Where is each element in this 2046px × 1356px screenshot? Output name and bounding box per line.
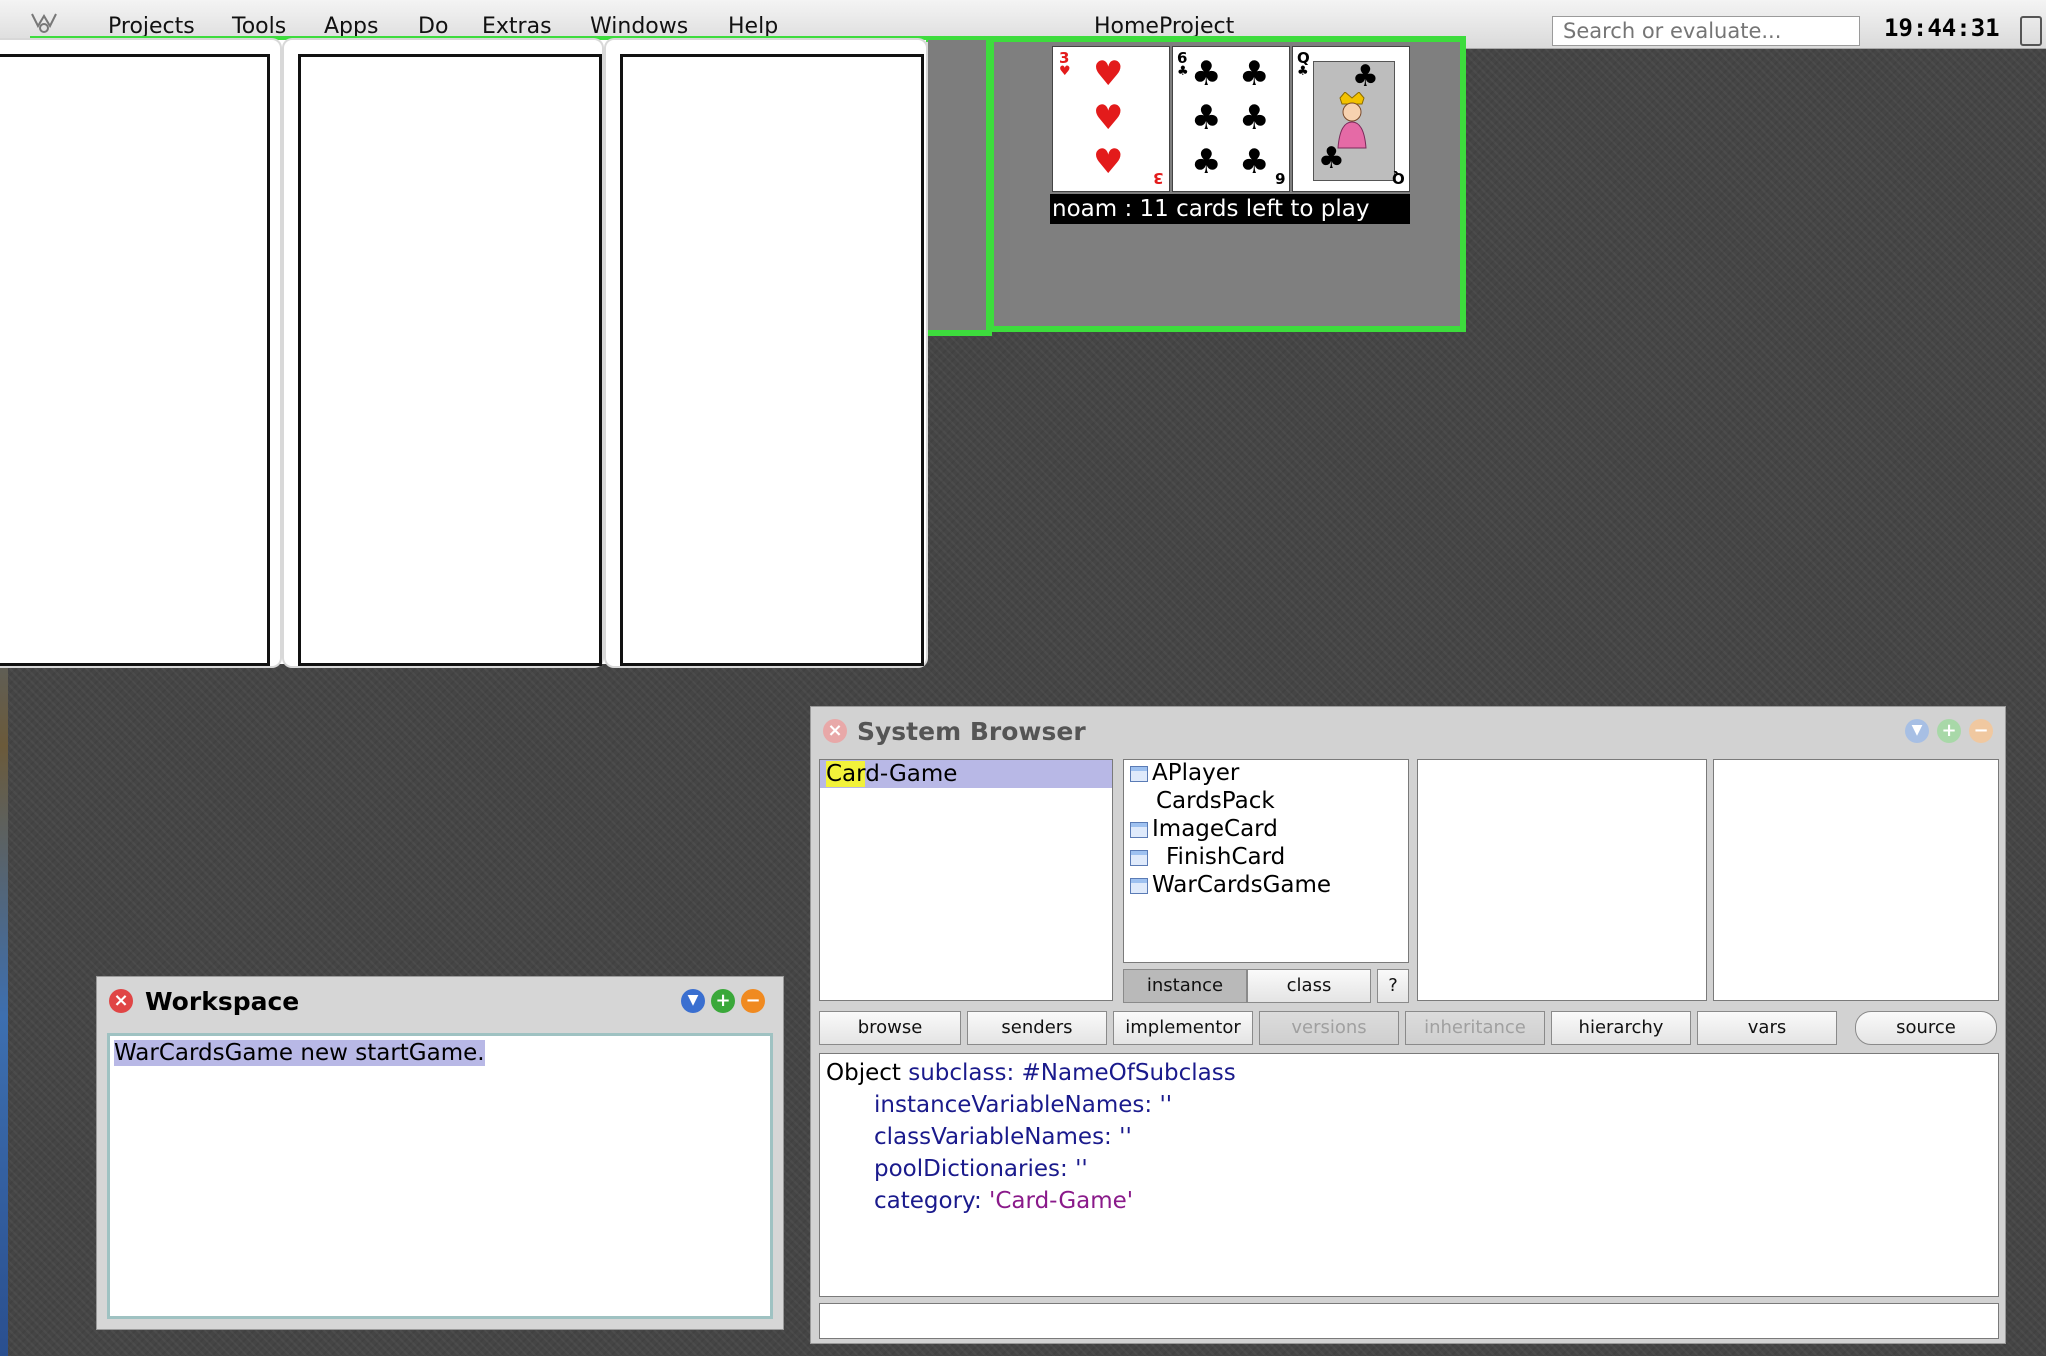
vars-button[interactable]: vars (1697, 1011, 1837, 1045)
workspace-editor[interactable]: WarCardsGame new startGame. (107, 1033, 773, 1319)
close-icon[interactable]: × (109, 989, 133, 1013)
code-editor[interactable]: Object subclass: #NameOfSubclass instanc… (819, 1053, 1999, 1297)
class-icon (1130, 766, 1148, 782)
collapse-icon[interactable]: ▼ (681, 989, 705, 1013)
card-rank: 3 (1059, 49, 1070, 67)
card-rank-bottom: 3 (1152, 169, 1163, 187)
club-icon: ♣ (1239, 54, 1270, 94)
club-icon: ♣ (1239, 98, 1270, 138)
playing-card[interactable]: Q ♣ ♣ ♣ Q (1292, 46, 1410, 192)
heart-icon: ♥ (1093, 98, 1124, 138)
club-icon: ♣ (1352, 59, 1379, 94)
club-icon: ♣ (1191, 142, 1222, 182)
list-item[interactable]: ImageCard (1130, 816, 1278, 842)
player-status: noam : 11 cards left to play (1050, 194, 1410, 224)
hierarchy-button[interactable]: hierarchy (1551, 1011, 1691, 1045)
expand-icon[interactable]: + (711, 989, 735, 1013)
class-icon (1130, 878, 1148, 894)
heart-icon: ♥ (1059, 64, 1071, 79)
list-item[interactable]: FinishCard (1130, 844, 1285, 870)
list-item[interactable]: CardsPack (1156, 788, 1275, 814)
card-rank-bottom: 6 (1274, 169, 1285, 187)
inheritance-button[interactable]: inheritance (1405, 1011, 1545, 1045)
card-stack[interactable] (0, 40, 280, 666)
window-title[interactable]: Workspace (145, 987, 299, 1016)
card-back (298, 54, 602, 666)
heart-icon: ♥ (1093, 142, 1124, 182)
code-line: category: 'Card-Game' (874, 1188, 1134, 1214)
queen-face-image: ♣ ♣ (1313, 59, 1395, 181)
help-button[interactable]: ? (1377, 969, 1409, 1003)
class-icon (1130, 850, 1148, 866)
search-input[interactable] (1552, 16, 1860, 46)
card-rank: 6 (1177, 49, 1188, 67)
card-back (620, 54, 924, 666)
class-icon (1130, 822, 1148, 838)
workspace-text: WarCardsGame new startGame. (114, 1040, 485, 1066)
method-list[interactable] (1713, 759, 1999, 1001)
minimize-icon[interactable]: − (741, 989, 765, 1013)
protocol-list[interactable] (1417, 759, 1707, 1001)
category-label: Card-Game (826, 761, 958, 787)
window-title[interactable]: System Browser (857, 717, 1086, 746)
annotation-pane[interactable] (819, 1303, 1999, 1339)
senders-button[interactable]: senders (967, 1011, 1107, 1045)
club-icon: ♣ (1177, 64, 1189, 79)
collapse-icon[interactable]: ▼ (1905, 719, 1929, 743)
squeak-logo-icon[interactable] (28, 10, 70, 38)
player-panel: 3 ♥ ♥ ♥ ♥ 3 6 ♣ ♣ ♣ ♣ ♣ ♣ ♣ 6 Q ♣ ♣ ♣ Q … (988, 36, 1466, 332)
system-browser-window: × System Browser ▼ + − Card-Game APlayer… (810, 706, 2006, 1344)
window-menu-icon[interactable] (2020, 16, 2042, 46)
list-item[interactable]: APlayer (1130, 760, 1239, 786)
code-line: classVariableNames: '' (874, 1124, 1132, 1150)
card-rank: Q (1297, 49, 1310, 67)
browse-button[interactable]: browse (819, 1011, 961, 1045)
game-divider-panel (928, 40, 992, 336)
versions-button[interactable]: versions (1259, 1011, 1399, 1045)
code-line: poolDictionaries: '' (874, 1156, 1088, 1182)
club-icon: ♣ (1318, 141, 1345, 176)
category-list[interactable]: Card-Game (819, 759, 1113, 1001)
class-list[interactable]: APlayer CardsPack ImageCard FinishCard W… (1123, 759, 1409, 963)
card-stacks-area (0, 40, 926, 666)
card-back (0, 54, 270, 666)
club-icon: ♣ (1191, 98, 1222, 138)
list-item[interactable]: WarCardsGame (1130, 872, 1331, 898)
clock: 19:44:31 (1884, 14, 2000, 42)
code-line: instanceVariableNames: '' (874, 1092, 1173, 1118)
expand-icon[interactable]: + (1937, 719, 1961, 743)
instance-toggle[interactable]: instance (1123, 969, 1247, 1003)
list-item-selected[interactable]: Card-Game (820, 760, 1112, 788)
class-toggle[interactable]: class (1247, 969, 1371, 1003)
close-icon[interactable]: × (823, 719, 847, 743)
club-icon: ♣ (1297, 64, 1309, 79)
club-icon: ♣ (1191, 54, 1222, 94)
source-button[interactable]: source (1855, 1011, 1997, 1045)
minimize-icon[interactable]: − (1969, 719, 1993, 743)
playing-card[interactable]: 3 ♥ ♥ ♥ ♥ 3 (1052, 46, 1170, 192)
card-rank-bottom: Q (1392, 169, 1405, 187)
implementor-button[interactable]: implementor (1113, 1011, 1253, 1045)
workspace-window: × Workspace ▼ + − WarCardsGame new start… (96, 976, 784, 1330)
card-stack[interactable] (606, 40, 926, 666)
heart-icon: ♥ (1093, 54, 1124, 94)
code-line: Object subclass: #NameOfSubclass (826, 1060, 1236, 1086)
club-icon: ♣ (1239, 142, 1270, 182)
card-stack[interactable] (284, 40, 602, 666)
playing-card[interactable]: 6 ♣ ♣ ♣ ♣ ♣ ♣ ♣ 6 (1172, 46, 1290, 192)
